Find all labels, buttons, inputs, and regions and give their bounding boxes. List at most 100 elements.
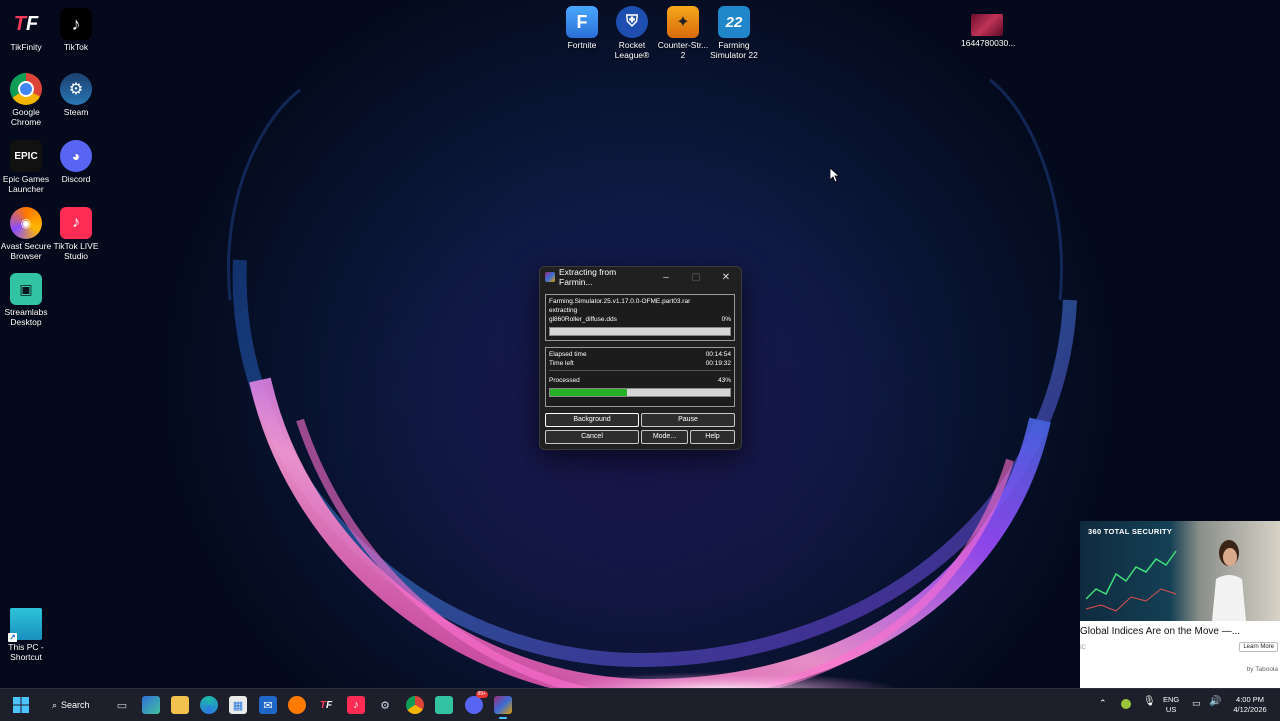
windows-logo-icon	[13, 697, 29, 713]
this-pc-icon: ↗	[8, 608, 42, 642]
mode-button[interactable]: Mode...	[641, 430, 688, 444]
chrome-icon	[10, 73, 42, 105]
clock[interactable]: 4:00 PM 4/12/2026	[1228, 695, 1272, 715]
region-label: US	[1165, 705, 1177, 714]
taskbar-search[interactable]: ⌕ Search	[44, 696, 90, 714]
notification-badge: 99+	[475, 691, 488, 698]
close-icon[interactable]: ✕	[711, 272, 741, 283]
file-percent: 0%	[721, 316, 731, 323]
streamlabs-icon: ▣	[10, 273, 42, 305]
processed-label: Processed	[549, 377, 580, 384]
widgets-icon[interactable]	[142, 696, 160, 714]
winrar-taskbar-icon[interactable]	[494, 696, 512, 714]
mouse-cursor-icon	[830, 168, 840, 183]
pause-button[interactable]: Pause	[641, 413, 735, 427]
divider	[549, 370, 731, 371]
learn-more-button[interactable]: Learn More	[1239, 642, 1278, 652]
desktop-icon-tiktok[interactable]: ♪ TikTok	[50, 8, 102, 52]
desktop-icon-tiktok-live[interactable]: ♪ TikTok LIVE Studio	[50, 207, 102, 261]
network-icon[interactable]: ▭	[1192, 698, 1201, 708]
edge-icon[interactable]	[200, 696, 218, 714]
start-button[interactable]	[12, 696, 30, 714]
total-progress-panel: Elapsed time 00:14:54 Time left 00:19:32…	[545, 347, 735, 407]
farming-sim-icon: 22	[718, 6, 750, 38]
minimize-icon[interactable]: –	[651, 272, 681, 283]
fortnite-icon: F	[566, 6, 598, 38]
desktop-icon-label: Fortnite	[567, 40, 597, 50]
desktop-icon-label: Discord	[61, 174, 91, 184]
desktop-icon-tikfinity[interactable]: TF TikFinity	[0, 8, 52, 53]
winrar-icon	[545, 272, 555, 282]
file-explorer-icon[interactable]	[171, 696, 189, 714]
desktop-icon-chrome[interactable]: Google Chrome	[0, 73, 52, 127]
steam-taskbar-icon[interactable]: ⚙	[376, 696, 394, 714]
clock-date: 4/12/2026	[1233, 705, 1267, 714]
dialog-titlebar[interactable]: Extracting from Farmin... – ▢ ✕	[540, 267, 741, 287]
desktop-icon-epic[interactable]: EPIC Epic Games Launcher	[0, 140, 52, 194]
streamlabs-taskbar-icon[interactable]	[435, 696, 453, 714]
desktop-icon-label: TikTok	[63, 42, 89, 52]
time-left-value: 00:19:32	[705, 360, 731, 367]
active-app-indicator	[499, 717, 507, 719]
desktop-icon-discord[interactable]: ◕ Discord	[50, 140, 102, 184]
ad-headline[interactable]: Global Indices Are on the Move —...	[1080, 626, 1280, 637]
desktop-icon-label: Google Chrome	[10, 107, 42, 127]
cancel-button[interactable]: Cancel	[545, 430, 639, 444]
desktop-icon-label: Streamlabs Desktop	[4, 307, 48, 327]
desktop-icon-farming-sim[interactable]: 22 Farming Simulator 22	[708, 6, 760, 60]
rocket-league-icon: ⛨	[616, 6, 648, 38]
archive-name: Farming.Simulator.25.v1.17.0.0-OFME.part…	[549, 298, 691, 305]
desktop-icon-label: TikTok LIVE Studio	[53, 241, 99, 261]
maximize-icon: ▢	[691, 271, 701, 283]
tikfinity-taskbar-icon[interactable]: TF	[317, 696, 335, 714]
desktop-icon-label: Counter-Str... 2	[657, 40, 709, 60]
desktop-icon-avast[interactable]: ◉ Avast Secure Browser	[0, 207, 52, 261]
store-icon[interactable]: ▦	[229, 696, 247, 714]
tiktok-live-icon: ♪	[60, 207, 92, 239]
search-label: Search	[61, 700, 90, 710]
security-tray-icon[interactable]	[1121, 699, 1131, 709]
desktop-icon-counter-strike[interactable]: ✦ Counter-Str... 2	[657, 6, 709, 60]
search-icon: ⌕	[52, 699, 58, 710]
volume-icon[interactable]: 🔊	[1209, 697, 1221, 707]
chrome-taskbar-icon[interactable]	[406, 696, 424, 714]
ad-source: IC	[1080, 645, 1086, 651]
avast-taskbar-icon[interactable]	[288, 696, 306, 714]
desktop-icon-fortnite[interactable]: F Fortnite	[556, 6, 608, 50]
tiktok-icon: ♪	[60, 8, 92, 40]
stock-chart-graphic	[1086, 550, 1177, 612]
total-progress-fill	[550, 389, 628, 396]
microphone-icon[interactable]: 🎙	[1143, 697, 1156, 707]
clock-time: 4:00 PM	[1236, 695, 1264, 704]
desktop-icon-image-file[interactable]: 1644780030...	[961, 6, 1015, 48]
winrar-extract-dialog: Extracting from Farmin... – ▢ ✕ Farming.…	[539, 266, 742, 450]
language-indicator[interactable]: ENG US	[1163, 695, 1179, 715]
action-label: extracting	[549, 307, 578, 314]
desktop-icon-streamlabs[interactable]: ▣ Streamlabs Desktop	[0, 273, 52, 327]
ad-brand: 360 TOTAL SECURITY	[1088, 527, 1173, 536]
epic-games-icon: EPIC	[10, 140, 42, 172]
desktop-icon-this-pc[interactable]: ↗ This PC - Shortcut	[0, 608, 52, 662]
desktop-icon-label: Steam	[63, 107, 89, 117]
elapsed-time-value: 00:14:54	[705, 351, 731, 358]
tikfinity-icon: TF	[13, 12, 39, 35]
tiktok-taskbar-icon[interactable]: ♪	[347, 696, 365, 714]
chevron-up-icon[interactable]: ⌃	[1099, 698, 1107, 708]
desktop-icon-label: Avast Secure Browser	[0, 241, 52, 261]
file-progress-panel: Farming.Simulator.25.v1.17.0.0-OFME.part…	[545, 294, 735, 341]
steam-icon: ⚙	[60, 73, 92, 105]
processed-percent: 43%	[717, 377, 731, 384]
discord-taskbar-icon[interactable]: 99+	[465, 691, 488, 714]
background-button[interactable]: Background	[545, 413, 639, 427]
person-graphic	[1212, 540, 1246, 621]
dialog-title: Extracting from Farmin...	[559, 267, 617, 287]
taboola-ad[interactable]: 360 TOTAL SECURITY Global Indices Are on…	[1080, 521, 1280, 688]
total-progress-bar	[549, 388, 731, 397]
mail-icon[interactable]: ✉	[259, 696, 277, 714]
task-view-icon[interactable]: ▭	[113, 696, 131, 714]
desktop-icon-rocket-league[interactable]: ⛨ Rocket League®	[606, 6, 658, 60]
help-button[interactable]: Help	[690, 430, 735, 444]
desktop-icon-steam[interactable]: ⚙ Steam	[50, 73, 102, 117]
ad-provider: by Taboola	[1246, 666, 1278, 673]
file-progress-bar	[549, 327, 731, 336]
